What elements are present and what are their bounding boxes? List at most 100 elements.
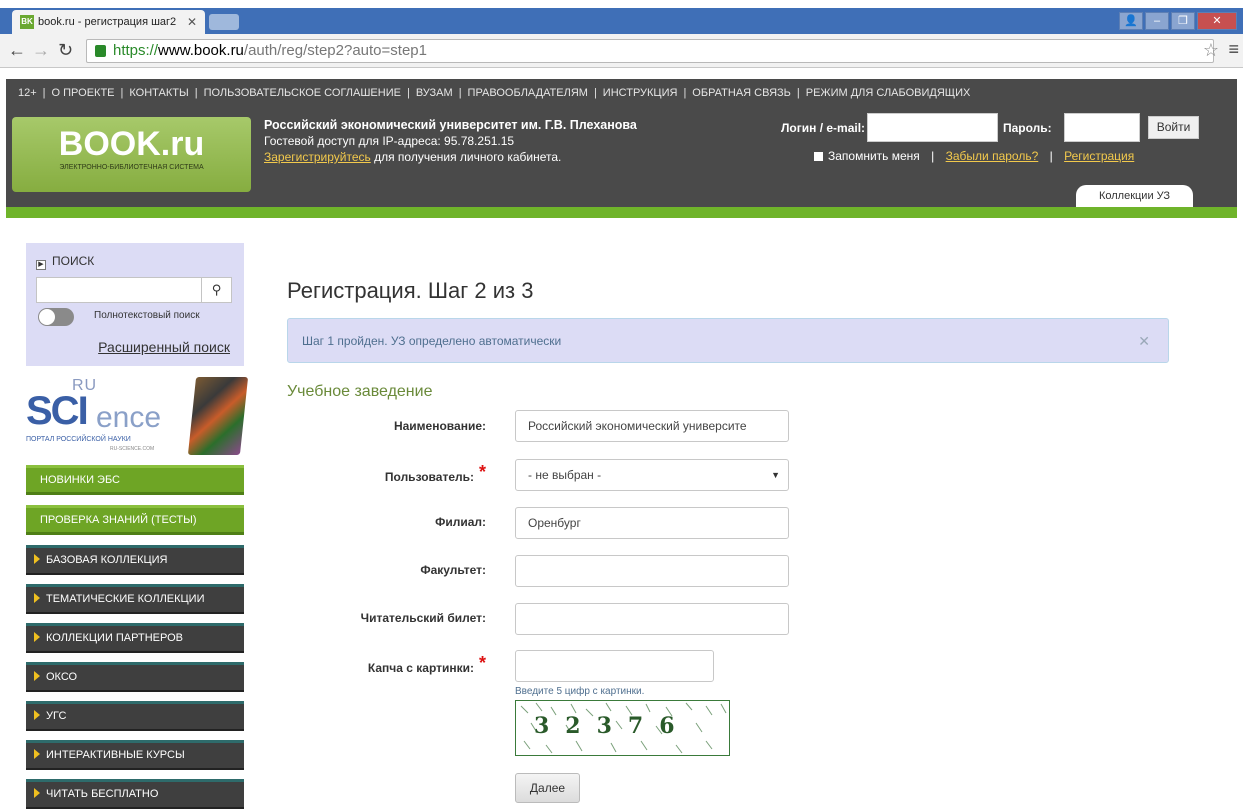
browser-tab-bar: BK book.ru - регистрация шаг2 ✕ 👤 – ❐ ✕ [0, 8, 1243, 34]
university-name: Российский экономический университет им.… [264, 118, 637, 132]
faculty-label: Факультет: [420, 563, 486, 577]
next-button[interactable]: Далее [515, 773, 580, 803]
science-ence: ence [96, 401, 162, 434]
triangle-icon [34, 749, 40, 759]
window-controls: 👤 – ❐ ✕ [1119, 12, 1237, 30]
topnav-item[interactable]: О ПРОЕКТЕ [52, 87, 115, 99]
close-icon[interactable]: ✕ [1138, 319, 1150, 364]
remember-label: Запомнить меня [828, 149, 920, 163]
required-asterisk: * [478, 653, 486, 673]
menu-tests[interactable]: ПРОВЕРКА ЗНАНИЙ (ТЕСТЫ) [26, 505, 244, 535]
user-label: Пользователь: * [384, 462, 486, 484]
minimize-icon[interactable]: – [1145, 12, 1169, 30]
register-suffix: для получения личного кабинета. [370, 150, 562, 164]
guest-access: Гостевой доступ для IP-адреса: 95.78.251… [264, 134, 515, 148]
search-input[interactable] [36, 277, 201, 303]
fulltext-toggle[interactable] [38, 308, 74, 326]
arrow-right-icon: ▶ [36, 260, 46, 270]
password-label: Пароль: [1003, 121, 1052, 135]
password-input[interactable] [1064, 113, 1140, 142]
tab-close-icon[interactable]: ✕ [187, 10, 197, 34]
nav-separator: | [593, 87, 597, 99]
back-icon[interactable]: ← [8, 40, 26, 61]
captcha-field[interactable] [515, 650, 714, 682]
topnav-item[interactable]: РЕЖИМ ДЛЯ СЛАБОВИДЯЩИХ [806, 87, 971, 99]
topnav-item[interactable]: ИНСТРУКЦИЯ [603, 87, 678, 99]
book-logo[interactable]: BOOK.ru ЭЛЕКТРОННО-БИБЛИОТЕЧНАЯ СИСТЕМА [12, 117, 251, 192]
login-label: Логин / e-mail: [781, 121, 866, 135]
registration-link[interactable]: Регистрация [1064, 149, 1134, 163]
advanced-search-link[interactable]: Расширенный поиск [98, 339, 230, 355]
search-panel: ▶ ПОИСК ⚲ Полнотекстовый поиск Расширенны… [26, 243, 244, 366]
captcha-digits: 32376 [534, 713, 691, 739]
top-strip [0, 0, 1243, 8]
science-sci: SCI [26, 389, 89, 433]
url-field[interactable]: https://www.book.ru/auth/reg/step2?auto=… [86, 39, 1214, 63]
captcha-hint: Введите 5 цифр с картинки. [515, 686, 645, 697]
triangle-icon [34, 593, 40, 603]
menu-ugs[interactable]: УГС [26, 701, 244, 731]
triangle-icon [34, 671, 40, 681]
triangle-icon [34, 788, 40, 798]
topnav-item: 12+ [18, 87, 37, 99]
name-label: Наименование: [393, 419, 486, 433]
nav-separator: | [120, 87, 124, 99]
captcha-image: 32376 [515, 700, 730, 756]
nav-separator: | [796, 87, 800, 99]
nav-separator: | [406, 87, 410, 99]
fulltext-label: Полнотекстовый поиск [94, 310, 200, 321]
menu-interactive-courses[interactable]: ИНТЕРАКТИВНЫЕ КУРСЫ [26, 740, 244, 770]
header-green-bar [6, 207, 1237, 218]
url-host: www.book.ru [158, 42, 244, 59]
menu-new-ebs[interactable]: НОВИНКИ ЭБС [26, 465, 244, 495]
name-field[interactable]: Российский экономический университе [515, 410, 789, 442]
triangle-icon [34, 554, 40, 564]
triangle-icon [34, 632, 40, 642]
browser-menu-icon[interactable]: ≡ [1228, 39, 1239, 60]
branch-field[interactable]: Оренбург [515, 507, 789, 539]
alert-text: Шаг 1 пройден. УЗ определено автоматичес… [302, 334, 562, 348]
user-select[interactable]: - не выбран - ▼ [515, 459, 789, 491]
url-scheme: https:// [113, 42, 159, 59]
nav-separator: | [458, 87, 462, 99]
maximize-icon[interactable]: ❐ [1171, 12, 1195, 30]
menu-okso[interactable]: ОКСО [26, 662, 244, 692]
new-tab-button[interactable] [209, 14, 239, 30]
section-title: Учебное заведение [287, 383, 433, 400]
register-link[interactable]: Зарегистрируйтесь [264, 150, 371, 164]
close-window-icon[interactable]: ✕ [1197, 12, 1237, 30]
topnav-item[interactable]: ОБРАТНАЯ СВЯЗЬ [692, 87, 791, 99]
science-url: RU-SCIENCE.COM [110, 446, 155, 452]
forward-icon[interactable]: → [32, 40, 50, 61]
menu-read-free[interactable]: ЧИТАТЬ БЕСПЛАТНО [26, 779, 244, 809]
remember-checkbox[interactable] [814, 152, 823, 161]
ru-science-banner[interactable]: RU SCI ence ПОРТАЛ РОССИЙСКОЙ НАУКИ RU-S… [26, 375, 249, 457]
menu-thematic-collections[interactable]: ТЕМАТИЧЕСКИЕ КОЛЛЕКЦИИ [26, 584, 244, 614]
search-button[interactable]: ⚲ [201, 277, 232, 303]
forgot-password-link[interactable]: Забыли пароль? [946, 149, 1039, 163]
menu-base-collection[interactable]: БАЗОВАЯ КОЛЛЕКЦИЯ [26, 545, 244, 575]
search-head[interactable]: ▶ ПОИСК [36, 254, 94, 270]
address-bar: ← → ↻ https://www.book.ru/auth/reg/step2… [0, 34, 1243, 68]
favicon-icon: BK [20, 15, 34, 29]
browser-tab[interactable]: BK book.ru - регистрация шаг2 ✕ [12, 10, 205, 34]
topnav-item[interactable]: ПОЛЬЗОВАТЕЛЬСКОЕ СОГЛАШЕНИЕ [204, 87, 401, 99]
topnav-item[interactable]: ПРАВООБЛАДАТЕЛЯМ [468, 87, 588, 99]
topnav-item[interactable]: ВУЗАМ [416, 87, 453, 99]
triangle-icon [34, 710, 40, 720]
bookmark-star-icon[interactable]: ☆ [1203, 40, 1219, 61]
toggle-knob [39, 309, 55, 325]
login-button[interactable]: Войти [1148, 116, 1199, 139]
logo-subtitle: ЭЛЕКТРОННО-БИБЛИОТЕЧНАЯ СИСТЕМА [59, 164, 204, 171]
search-head-label: ПОИСК [52, 254, 95, 268]
menu-partner-collections[interactable]: КОЛЛЕКЦИИ ПАРТНЕРОВ [26, 623, 244, 653]
login-input[interactable] [867, 113, 998, 142]
user-icon[interactable]: 👤 [1119, 12, 1143, 30]
reader-card-label: Читательский билет: [360, 611, 486, 625]
reload-icon[interactable]: ↻ [58, 40, 73, 61]
reader-card-field[interactable] [515, 603, 789, 635]
required-asterisk: * [478, 462, 486, 482]
collections-tab[interactable]: Коллекции УЗ [1076, 185, 1193, 207]
topnav-item[interactable]: КОНТАКТЫ [129, 87, 188, 99]
faculty-field[interactable] [515, 555, 789, 587]
